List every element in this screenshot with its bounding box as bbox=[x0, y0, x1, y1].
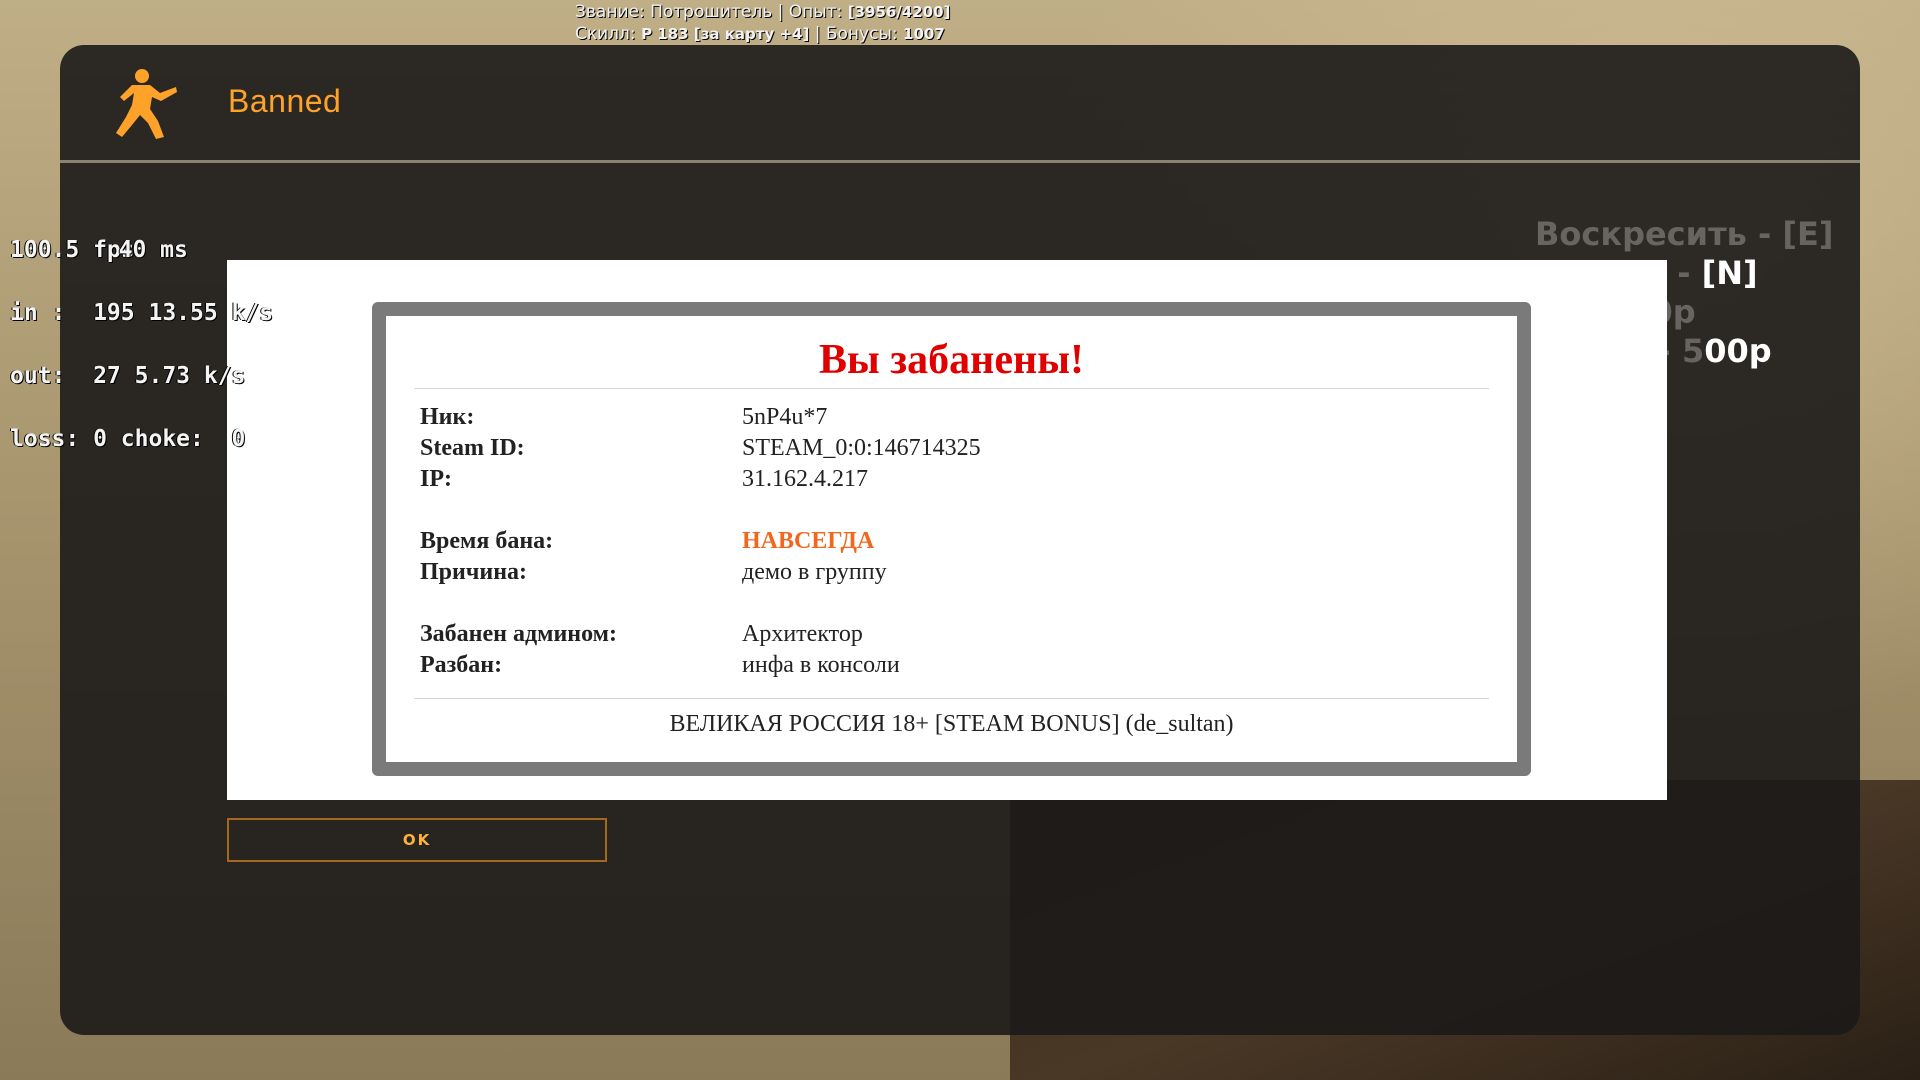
window-title: Banned bbox=[228, 83, 342, 119]
net-out: out: 27 5.73 k/s bbox=[10, 363, 246, 389]
ban-row-unban: Разбан: инфа в консоли bbox=[420, 652, 1483, 682]
hud-skill-label: Скилл: bbox=[575, 24, 636, 44]
ban-label: Ник: bbox=[420, 404, 475, 430]
ban-value: 5nP4u*7 bbox=[742, 404, 828, 430]
ban-bottom-divider bbox=[414, 698, 1489, 699]
right-menu-revive: Воскресить - [E] bbox=[1535, 215, 1834, 253]
ban-label: Разбан: bbox=[420, 652, 503, 678]
ban-value: Архитектор bbox=[742, 621, 863, 647]
hud-rank-text: Звание: Потрошитель | Опыт: bbox=[575, 2, 843, 22]
ban-top-divider bbox=[414, 388, 1489, 389]
ban-row-ip: IP: 31.162.4.217 bbox=[420, 466, 1483, 496]
right-menu-server-key: [N] bbox=[1701, 254, 1758, 292]
net-loss: loss: 0 choke: 0 bbox=[10, 426, 246, 452]
ban-label: Время бана: bbox=[420, 528, 554, 554]
net-graph: 100.5 fps40 ms in : 195 13.55 k/s out: 2… bbox=[10, 198, 273, 471]
ban-row-reason: Причина: демо в группу bbox=[420, 559, 1483, 589]
net-ping: 40 ms bbox=[118, 237, 188, 263]
ban-info-box: Вы забанены! Ник: 5nP4u*7 Steam ID: STEA… bbox=[392, 322, 1511, 756]
hud-bonus-value: 1007 bbox=[903, 25, 945, 43]
hud-exp-value: [3956/4200] bbox=[847, 3, 951, 21]
ban-value: инфа в консоли bbox=[742, 652, 900, 678]
ban-label: IP: bbox=[420, 466, 452, 492]
net-in: in : 195 13.55 k/s bbox=[10, 300, 274, 326]
ban-row-nick: Ник: 5nP4u*7 bbox=[420, 404, 1483, 434]
ban-duration-value: НАВСЕГДА bbox=[742, 528, 875, 554]
right-menu-vip2-key: 00р bbox=[1704, 332, 1772, 370]
ban-server-footer: ВЕЛИКАЯ РОССИЯ 18+ [STEAM BONUS] (de_sul… bbox=[669, 711, 1234, 737]
ban-label: Забанен админом: bbox=[420, 621, 618, 647]
ok-button[interactable]: OK bbox=[227, 818, 607, 862]
hud-skill-value: P 183 [за карту +4] bbox=[641, 25, 810, 43]
counter-strike-logo-icon bbox=[98, 63, 178, 143]
ban-heading: Вы забанены! bbox=[818, 337, 1084, 383]
ban-value: 31.162.4.217 bbox=[742, 466, 868, 492]
ban-label: Причина: bbox=[420, 559, 528, 585]
hud-rank-info: Звание: Потрошитель | Опыт: [3956/4200] … bbox=[575, 1, 950, 45]
ban-row-admin: Забанен админом: Архитектор bbox=[420, 621, 1483, 651]
hud-bonus-label: | Бонусы: bbox=[814, 24, 898, 44]
ban-label: Steam ID: bbox=[420, 435, 525, 461]
net-fps-line: 100.5 fps40 ms bbox=[10, 237, 273, 263]
ban-value: STEAM_0:0:146714325 bbox=[742, 435, 981, 461]
ban-row-steamid: Steam ID: STEAM_0:0:146714325 bbox=[420, 435, 1483, 465]
ban-value: демо в группу bbox=[742, 559, 887, 585]
ban-row-duration: Время бана: НАВСЕГДА bbox=[420, 528, 1483, 558]
net-fps: 100.5 fps bbox=[10, 237, 135, 263]
ban-info-frame: Вы забанены! Ник: 5nP4u*7 Steam ID: STEA… bbox=[372, 302, 1531, 776]
html-content-area: Вы забанены! Ник: 5nP4u*7 Steam ID: STEA… bbox=[227, 260, 1667, 800]
hud-rank-line: Звание: Потрошитель | Опыт: [3956/4200] bbox=[575, 1, 950, 23]
title-divider bbox=[60, 160, 1860, 163]
hud-skill-line: Скилл: P 183 [за карту +4] | Бонусы: 100… bbox=[575, 23, 950, 45]
